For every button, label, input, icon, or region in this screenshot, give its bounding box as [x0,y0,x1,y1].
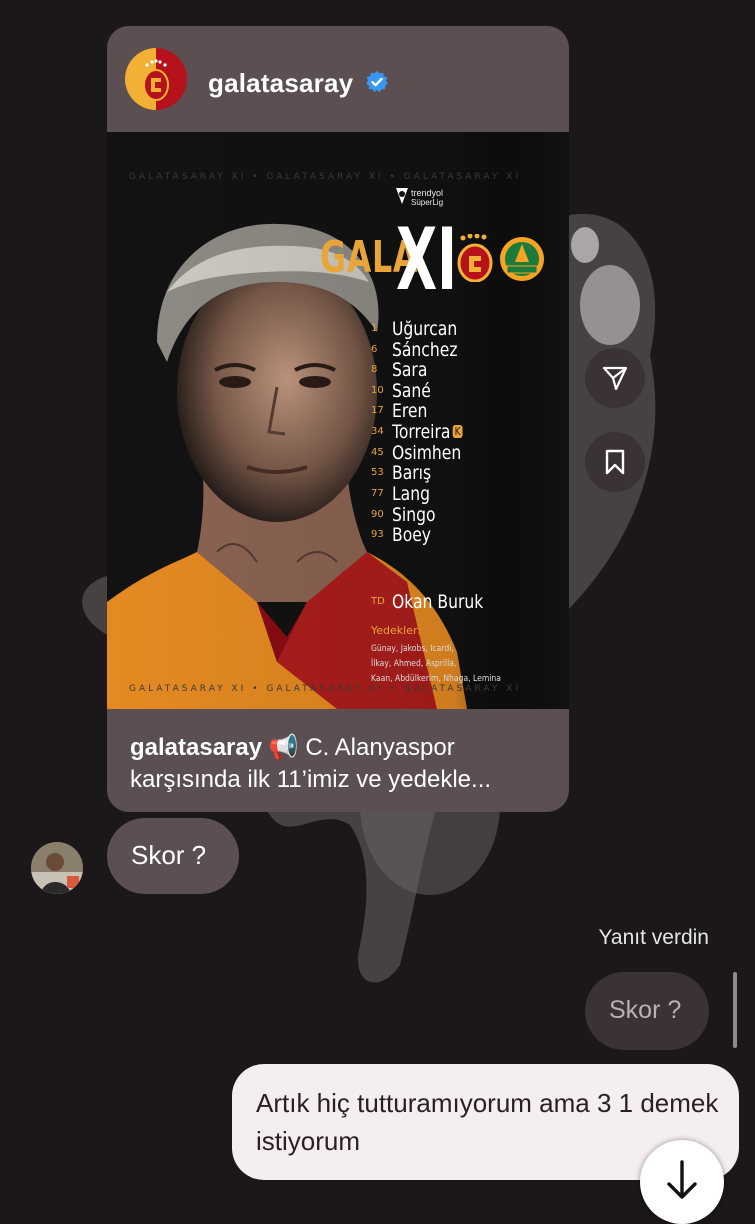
coach-label: TD [371,596,385,607]
lineup-graphic[interactable]: GALATASARAY XI • GALATASARAY XI • GALATA… [107,132,569,709]
scroll-to-bottom-button[interactable] [640,1140,724,1224]
player-number: 34 [371,426,384,437]
player-number: 1 [371,323,378,334]
player-name: Singo [392,504,436,526]
watermark-top: GALATASARAY XI • GALATASARAY XI • GALATA… [129,172,522,182]
post-caption[interactable]: galatasaray 📢 C. Alanyaspor karşısında i… [130,732,550,796]
player-number: 53 [371,467,384,478]
player-name: Sánchez [392,339,458,361]
player-name: Boey [392,524,432,546]
galatasaray-crest-icon [457,234,493,282]
league-name-line2: SüperLig [411,198,444,207]
watermark-bottom: GALATASARAY XI • GALATASARAY XI • GALATA… [129,684,522,694]
replied-message-text: Skor ? [609,996,682,1024]
sender-avatar[interactable] [31,842,83,894]
league-logo: trendyol SüperLig [394,186,454,212]
player-name: Sara [392,359,428,381]
player-number: 17 [371,405,384,416]
player-number: 6 [371,344,378,355]
player-name: Torreira K [392,421,463,443]
player-number: 8 [371,364,378,375]
save-button[interactable] [585,432,645,492]
substitutes-line: İlkay, Ahmed, Asprilla, [371,659,457,669]
coach-name: Okan Buruk [392,591,484,613]
trendyol-superlig-icon [396,188,408,204]
verified-badge-icon [366,71,388,93]
alanyaspor-crest-icon [500,237,544,281]
replied-message-quote[interactable]: Skor ? [585,972,709,1050]
player-name: Osimhen [392,442,462,464]
sender-photo [31,842,83,894]
share-button[interactable] [585,348,645,408]
substitutes-line: Günay, Jakobs, Icardi, [371,644,454,654]
player-number: 10 [371,385,384,396]
post-header[interactable]: galatasaray [107,26,569,132]
player-name: Sané [392,380,431,402]
substitutes-line: Kaan, Abdülkerim, Nhaga, Lemina [371,674,501,684]
player-name: Barış [392,462,432,484]
reply-label: Yanıt verdin [598,926,709,949]
player-portrait-image [107,132,569,709]
player-name-text: Torreira [392,421,451,443]
arrow-down-icon [667,1160,697,1199]
reply-indicator-bar [733,972,737,1048]
graphic-title-xi: XI [396,210,457,310]
substitutes-title: Yedekler: [371,624,422,637]
post-username[interactable]: galatasaray [208,68,353,99]
galatasaray-logo-avatar[interactable] [125,48,187,110]
player-number: 77 [371,488,384,499]
shared-post-card[interactable]: galatasaray GALATASARAY XI • GALATASARAY… [107,26,569,812]
incoming-message-bubble[interactable]: Skor ? [107,818,239,894]
player-name: Eren [392,400,428,422]
player-number: 45 [371,447,384,458]
player-number: 90 [371,509,384,520]
player-number: 93 [371,529,384,540]
league-name-line1: trendyol [411,188,444,198]
captain-badge: K [452,425,463,438]
player-name: Lang [392,483,431,505]
incoming-message-text: Skor ? [131,840,207,870]
bookmark-icon [605,449,625,475]
player-name: Uğurcan [392,318,458,340]
send-icon [602,366,628,391]
caption-username[interactable]: galatasaray [130,734,262,761]
